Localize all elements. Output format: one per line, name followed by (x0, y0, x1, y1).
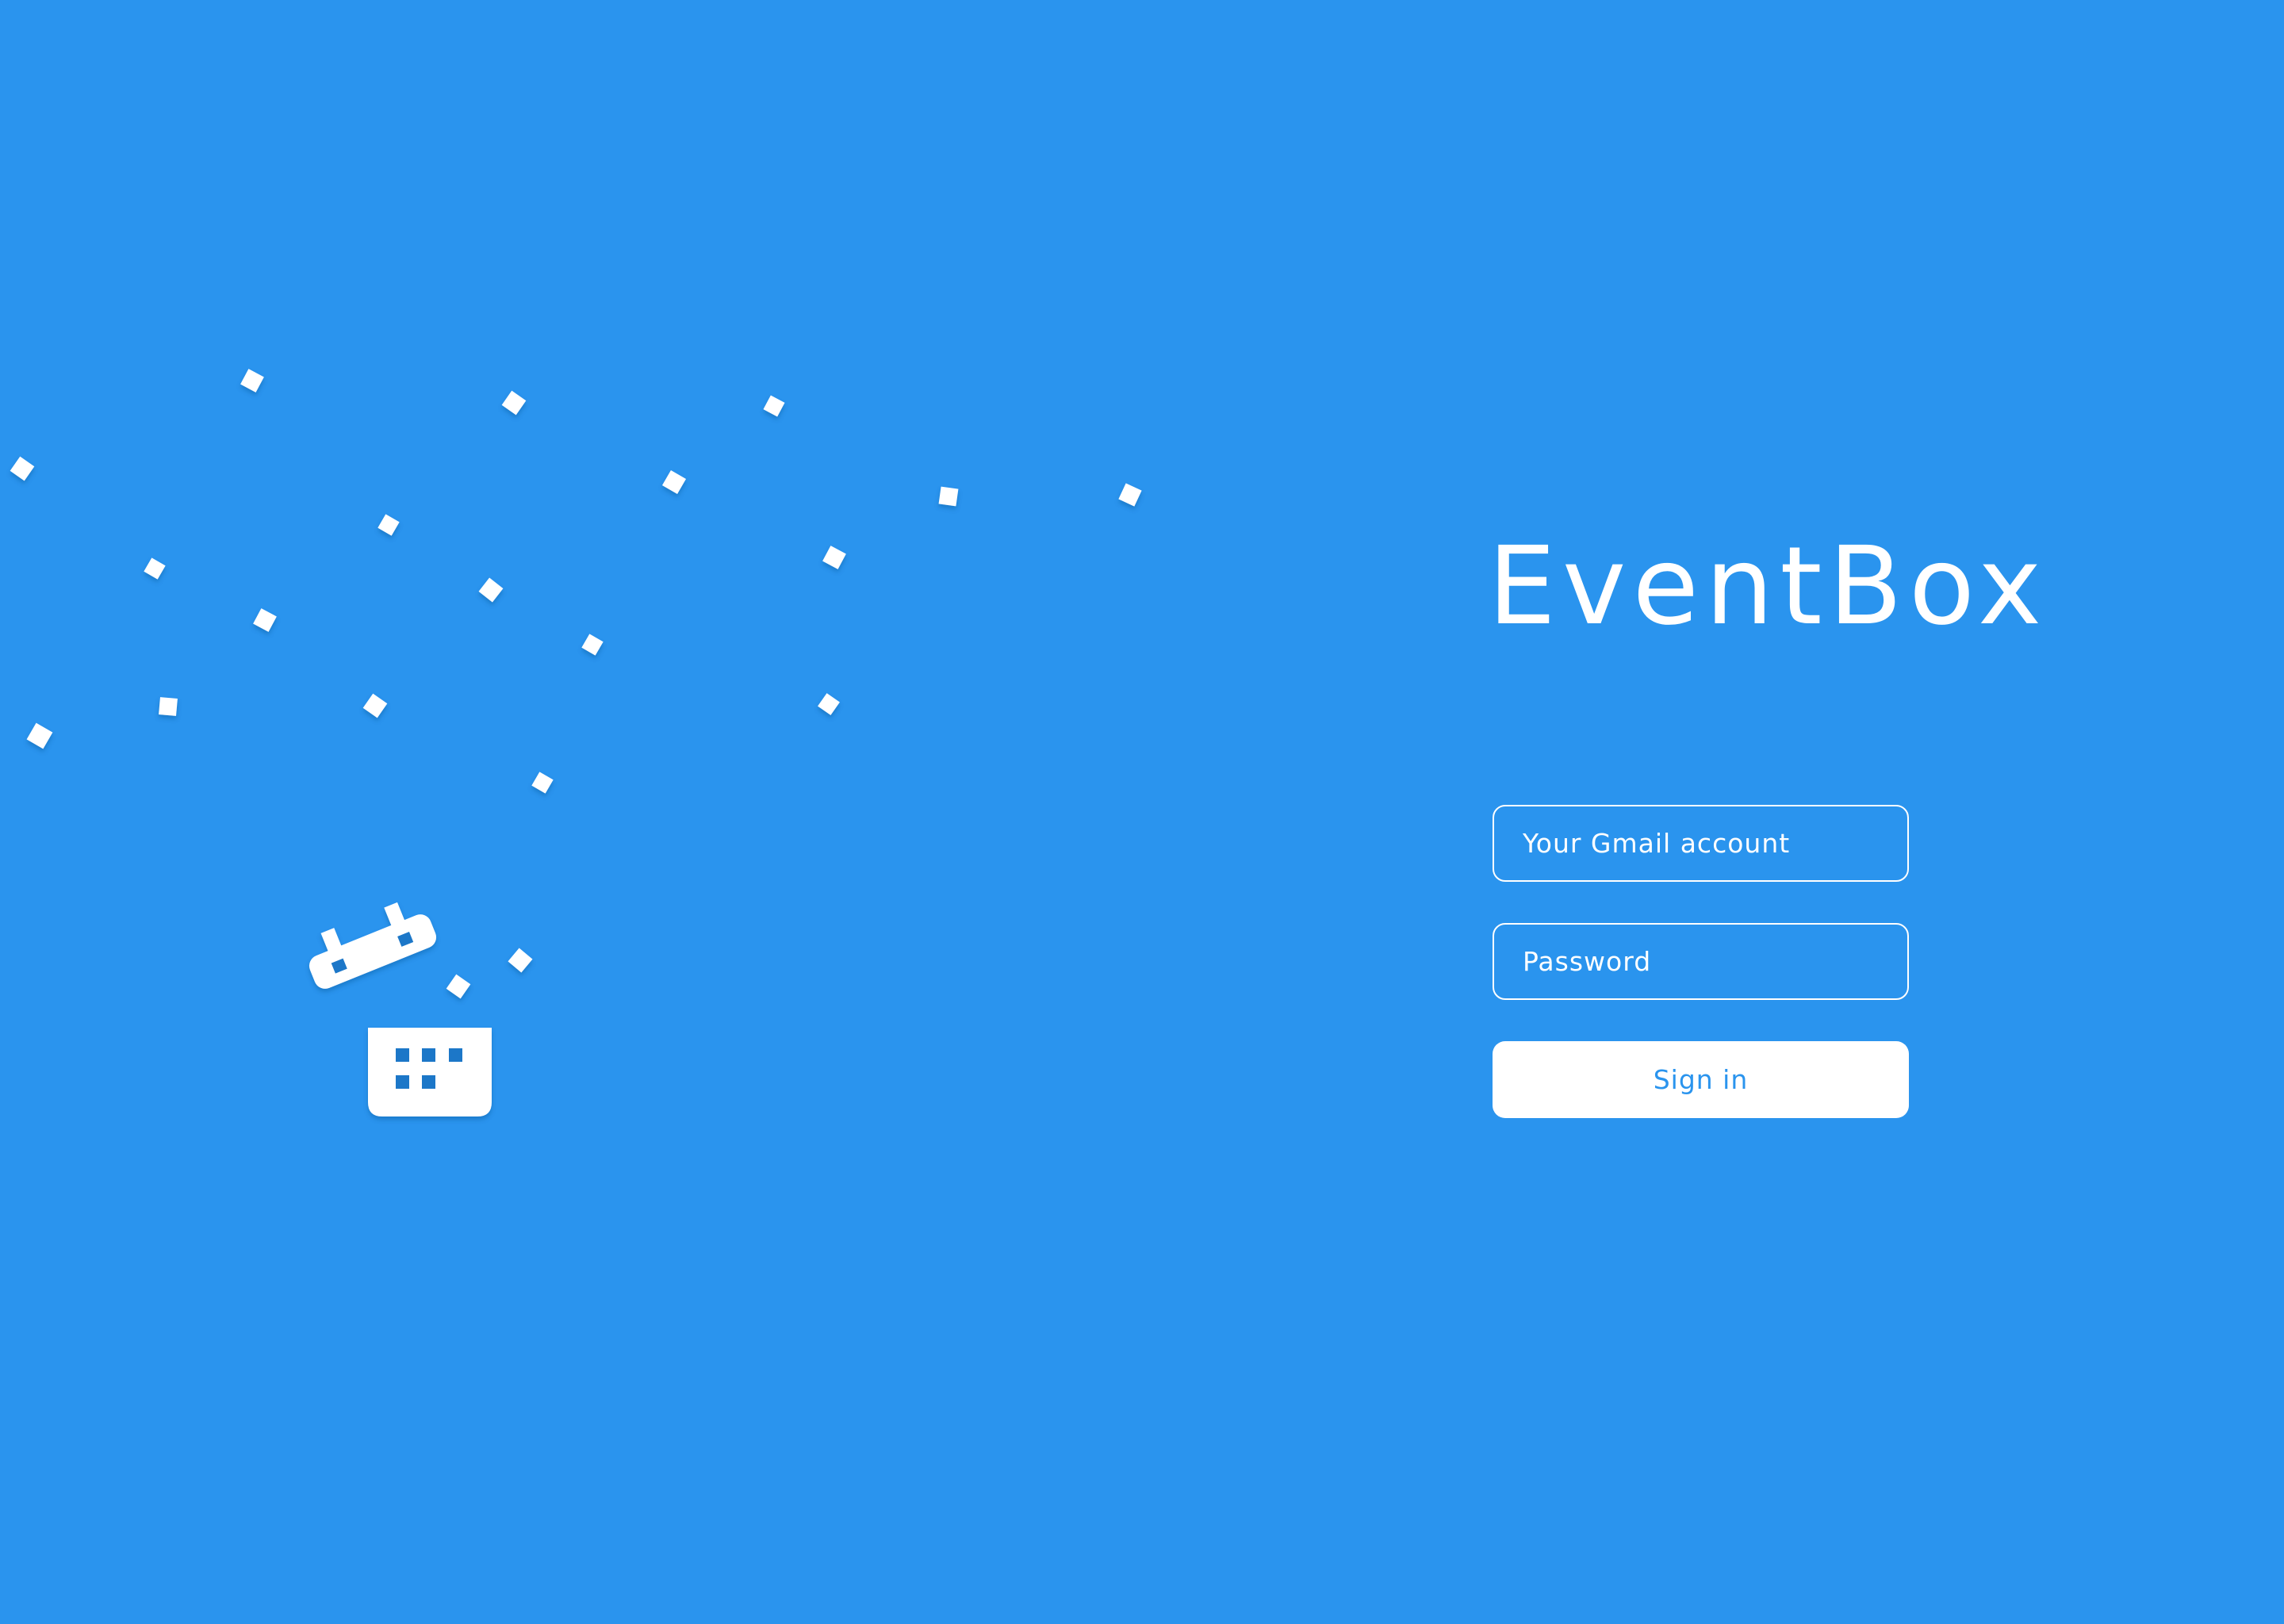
calendar-confetti-illustration (10, 369, 1142, 1116)
sign-in-button[interactable]: Sign in (1493, 1041, 1909, 1118)
confetti-icon (938, 486, 959, 507)
password-field[interactable] (1493, 923, 1909, 1000)
calendar-lid-icon (308, 902, 437, 989)
confetti-icon (581, 634, 604, 656)
confetti-icon (818, 693, 840, 715)
confetti-icon (822, 546, 846, 569)
confetti-icon (661, 469, 687, 495)
calendar-base-icon (368, 1028, 492, 1116)
confetti-icon (26, 722, 53, 749)
confetti-icon (144, 557, 166, 580)
confetti-icon (240, 369, 264, 393)
confetti-icon (10, 456, 35, 481)
confetti-icon (253, 608, 277, 632)
confetti-icon (763, 395, 785, 417)
confetti-icon (446, 974, 471, 999)
login-screen: EventBox Sign in (0, 0, 2284, 1624)
email-field[interactable] (1493, 805, 1909, 882)
login-form: Sign in (1493, 805, 1909, 1118)
confetti-icon (508, 948, 533, 973)
app-title: EventBox (1488, 524, 2048, 649)
confetti-icon (362, 693, 388, 718)
confetti-icon (377, 514, 400, 536)
confetti-icon (159, 697, 178, 716)
confetti-icon (1118, 483, 1142, 507)
confetti-icon (531, 772, 554, 794)
confetti-icon (478, 577, 504, 603)
confetti-icon (501, 390, 527, 416)
